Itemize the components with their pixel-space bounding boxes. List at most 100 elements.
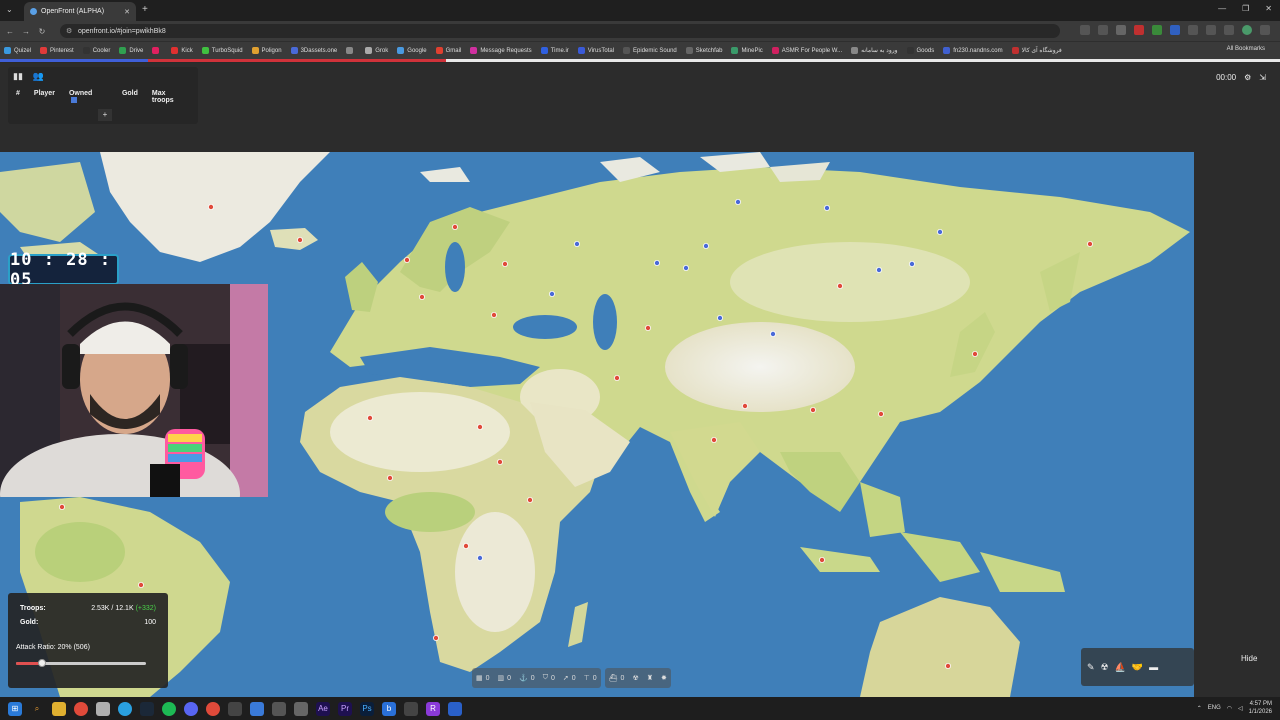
bookmark-item[interactable]: Epidemic Sound [623,47,677,54]
player-marker[interactable] [824,205,831,212]
bookmark-item[interactable]: Sketchfab [685,47,722,54]
tab-search-icon[interactable]: ⌄ [6,5,13,14]
bookmark-item[interactable]: Time.ir [540,47,569,54]
player-marker[interactable] [876,267,883,274]
bookmark-item[interactable]: fn230.nandns.com [943,47,1003,54]
mirv-build[interactable]: ✸ [661,674,667,682]
bookmark-item[interactable]: 3Dassets.one [290,47,337,54]
player-marker[interactable] [451,224,458,231]
col-max-troops[interactable]: Max troops [152,90,184,105]
recorder-icon[interactable] [206,701,220,716]
obs-icon[interactable] [228,701,242,716]
city-build[interactable]: ▦ 0 [476,674,490,683]
player-marker[interactable] [432,634,439,641]
bookmark-item[interactable]: VirusTotal [577,47,614,54]
bookmark-item[interactable]: Pinterest [40,47,74,54]
steam-icon[interactable] [140,701,154,716]
wifi-icon[interactable]: ◠ [1227,705,1232,712]
nuke-action-icon[interactable]: ☢ [1101,662,1109,673]
slider-knob[interactable] [38,659,46,667]
search-icon[interactable]: ⌕ [30,702,44,716]
port-build[interactable]: ⚓ 0 [519,674,535,683]
bookmark-item[interactable]: MinePic [731,47,763,54]
warship-build[interactable]: ⛴ 0 [609,674,625,683]
profile-avatar[interactable] [1242,25,1252,35]
sam-build[interactable]: ⊤ 0 [584,674,597,683]
chat-icon[interactable]: ▬ [1149,662,1158,672]
shield-icon[interactable] [1188,25,1198,35]
lang-indicator[interactable]: ENG [1208,705,1221,711]
minimize-icon[interactable]: — [1218,4,1226,13]
player-marker[interactable] [742,402,749,409]
player-marker[interactable] [476,554,483,561]
tablet-icon[interactable] [294,701,308,716]
new-tab-icon[interactable]: + [142,4,148,15]
bookmark-item[interactable]: Drive [119,47,143,54]
player-marker[interactable] [137,581,144,588]
player-marker[interactable] [366,414,373,421]
bookmark-item[interactable]: فروشگاه آی کالا [1011,47,1062,54]
bookmark-item[interactable] [346,47,356,54]
site-info-icon[interactable]: ⚙ [66,27,72,35]
player-marker[interactable] [59,503,66,510]
boat-icon[interactable]: ⛵ [1115,662,1126,673]
premiere-icon[interactable]: Pr [338,701,352,716]
bookmark-item[interactable]: Message Requests [470,47,532,54]
extension-blue-icon[interactable] [1170,25,1180,35]
telegram-icon[interactable] [118,701,132,716]
bookmark-item[interactable]: Google [397,47,427,54]
cast-icon[interactable] [1080,25,1090,35]
clock[interactable]: 4:57 PM 1/1/2026 [1249,700,1272,716]
bookmark-item[interactable]: ورود به سامانه [851,47,898,54]
player-marker[interactable] [501,261,508,268]
col-rank[interactable]: # [16,90,20,105]
extensions-icon[interactable] [1206,25,1216,35]
player-marker[interactable] [476,423,483,430]
missile-build[interactable]: ➚ 0 [563,674,576,683]
defense-build[interactable]: ⛉ 0 [543,674,555,682]
settings-gear-icon[interactable]: ⚙ [1244,73,1251,82]
drive-icon[interactable] [404,701,418,716]
attack-ratio-slider[interactable] [16,659,146,667]
player-marker[interactable] [574,241,581,248]
player-marker[interactable] [945,662,952,669]
reload-icon[interactable]: ↻ [36,27,48,36]
hydrogen-build[interactable]: ♜ [647,674,653,682]
col-gold[interactable]: Gold [122,90,138,105]
player-marker[interactable] [462,542,469,549]
col-player[interactable]: Player [34,90,55,105]
pencil-icon[interactable]: ✎ [1087,662,1095,673]
player-marker[interactable] [770,330,777,337]
bookmark-item[interactable]: ASMR For People W... [771,47,842,54]
player-marker[interactable] [496,458,503,465]
back-icon[interactable]: ← [4,27,16,36]
player-marker[interactable] [386,474,393,481]
player-marker[interactable] [654,260,661,267]
hide-button[interactable]: Hide [1241,654,1257,663]
bookmark-item[interactable]: Goods [906,47,934,54]
r-app-icon[interactable]: R [426,701,440,716]
player-marker[interactable] [296,237,303,244]
player-marker[interactable] [703,243,710,250]
blender-icon[interactable]: b [382,701,396,716]
start-icon[interactable]: ⊞ [8,701,22,716]
url-field[interactable]: ⚙ openfront.io/#join=pwikhBk8 [60,24,1060,38]
player-marker[interactable] [549,290,556,297]
bookmark-item[interactable]: Kick [171,47,193,54]
player-marker[interactable] [683,265,690,272]
star-icon[interactable] [1116,25,1126,35]
tray-icon[interactable]: ⌃ [1197,705,1202,712]
player-marker[interactable] [490,311,497,318]
col-owned[interactable]: Owned [69,90,92,97]
chrome-icon[interactable] [74,701,88,716]
bookmark-item[interactable]: Poligon [251,47,282,54]
player-marker[interactable] [207,204,214,211]
player-marker[interactable] [645,324,652,331]
bookmark-item[interactable] [152,47,162,54]
player-marker[interactable] [837,282,844,289]
extension-green-icon[interactable] [1152,25,1162,35]
player-marker[interactable] [527,496,534,503]
folder-icon[interactable] [52,701,66,716]
browser-tab[interactable]: OpenFront (ALPHA) ✕ [24,2,136,21]
player-marker[interactable] [711,436,718,443]
